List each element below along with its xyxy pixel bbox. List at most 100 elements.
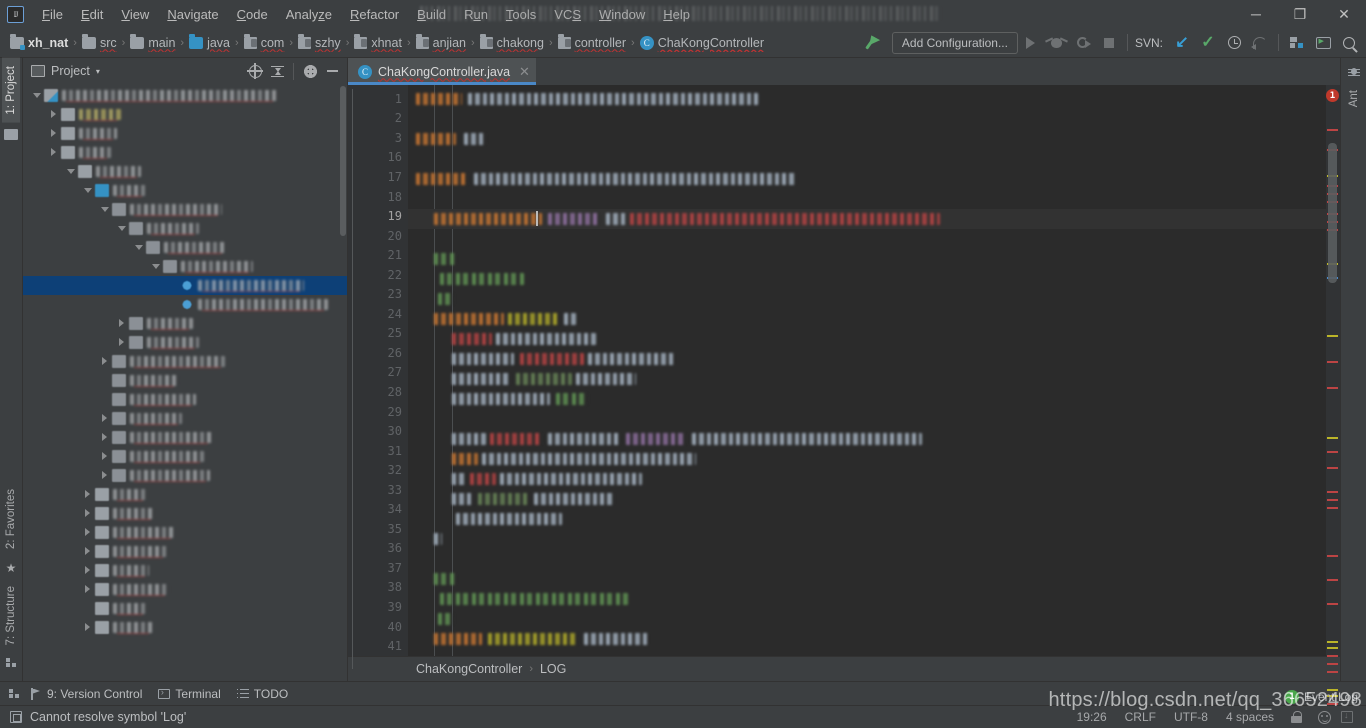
- gutter-line[interactable]: 40: [348, 617, 418, 637]
- tree-node[interactable]: [23, 523, 347, 542]
- code-line[interactable]: [408, 569, 1326, 589]
- project-tree[interactable]: [23, 84, 347, 681]
- close-icon[interactable]: ✕: [519, 65, 530, 78]
- minimize-button[interactable]: ─: [1234, 0, 1278, 28]
- tree-expander-icon[interactable]: [99, 356, 110, 367]
- tree-expander-icon[interactable]: [65, 166, 76, 177]
- menu-analyze[interactable]: Analyze: [277, 4, 341, 25]
- tree-node[interactable]: [23, 390, 347, 409]
- gutter-line[interactable]: 29: [348, 402, 408, 422]
- maximize-button[interactable]: ❐: [1278, 0, 1322, 28]
- code-line[interactable]: [408, 169, 1326, 189]
- sidebar-item-ant[interactable]: Ant: [1345, 82, 1363, 115]
- tree-node[interactable]: [23, 295, 347, 314]
- editor-vertical-scrollbar[interactable]: [1328, 143, 1337, 283]
- error-stripe-mark[interactable]: [1327, 499, 1338, 501]
- toolwindow-todo[interactable]: TODO: [231, 685, 298, 703]
- gutter-line[interactable]: 34: [348, 499, 408, 519]
- project-panel-title[interactable]: Project: [51, 64, 90, 78]
- editor-gutter[interactable]: 1 2 3 16 17 18 19 20 21 22 23 24 25 26 27 28 29 30 31 32 33 3…: [348, 85, 418, 669]
- menu-run[interactable]: Run: [455, 4, 497, 25]
- search-everywhere-button[interactable]: [1336, 31, 1362, 55]
- tree-expander-icon[interactable]: [31, 90, 42, 101]
- tree-expander-icon[interactable]: [82, 185, 93, 196]
- gutter-line[interactable]: 1: [348, 89, 408, 109]
- tree-expander-icon[interactable]: [82, 508, 93, 519]
- tree-expander-icon[interactable]: [82, 584, 93, 595]
- tree-node[interactable]: [23, 238, 347, 257]
- tree-expander-icon[interactable]: [82, 565, 93, 576]
- gutter-line[interactable]: 24: [348, 304, 418, 324]
- code-line[interactable]: [408, 269, 1326, 289]
- menu-window[interactable]: Window: [590, 4, 654, 25]
- gutter-line[interactable]: 25: [348, 324, 408, 344]
- error-stripe-mark[interactable]: [1327, 647, 1338, 649]
- gutter-line[interactable]: 37: [348, 558, 418, 578]
- tree-node[interactable]: [23, 599, 347, 618]
- gutter-line[interactable]: 23: [348, 284, 418, 304]
- run-with-coverage-button[interactable]: [1070, 31, 1096, 55]
- error-stripe-mark[interactable]: [1327, 129, 1338, 131]
- tree-node[interactable]: [23, 333, 347, 352]
- menu-navigate[interactable]: Navigate: [158, 4, 227, 25]
- project-settings-button[interactable]: [299, 60, 321, 82]
- code-line[interactable]: [408, 469, 1326, 489]
- gutter-line[interactable]: 33: [348, 480, 408, 500]
- svn-history-button[interactable]: [1221, 31, 1247, 55]
- error-stripe-mark[interactable]: [1327, 663, 1338, 665]
- close-button[interactable]: ✕: [1322, 0, 1366, 28]
- select-opened-file-button[interactable]: [244, 60, 266, 82]
- toolwindow-terminal[interactable]: Terminal: [152, 685, 230, 703]
- error-stripe-mark[interactable]: [1327, 387, 1338, 389]
- code-line[interactable]: [408, 589, 1326, 609]
- breadcrumb-class[interactable]: ChaKongController: [416, 662, 522, 676]
- error-stripe-mark[interactable]: [1327, 437, 1338, 439]
- breadcrumb-item-controller[interactable]: controller: [556, 33, 628, 52]
- tree-node[interactable]: [23, 86, 347, 105]
- tree-expander-icon[interactable]: [48, 109, 59, 120]
- tree-node[interactable]: [23, 143, 347, 162]
- menu-vcs[interactable]: VCS: [545, 4, 590, 25]
- code-line[interactable]: [408, 409, 1326, 429]
- gutter-line[interactable]: 2: [348, 109, 408, 129]
- sidebar-item-favorites[interactable]: 2: Favorites: [2, 481, 20, 557]
- gutter-line[interactable]: 16: [348, 148, 408, 168]
- error-stripe-gutter[interactable]: 1: [1326, 85, 1340, 728]
- debug-button[interactable]: [1044, 31, 1070, 55]
- code-line[interactable]: [408, 649, 1326, 656]
- code-line[interactable]: [408, 89, 1326, 109]
- gutter-line[interactable]: 26: [348, 343, 408, 363]
- gutter-line[interactable]: 17: [348, 167, 408, 187]
- svn-revert-button[interactable]: [1247, 31, 1273, 55]
- error-stripe-mark[interactable]: [1327, 361, 1338, 363]
- tree-expander-icon[interactable]: [99, 413, 110, 424]
- error-count-badge[interactable]: 1: [1326, 89, 1339, 102]
- error-stripe-mark[interactable]: [1327, 641, 1338, 643]
- error-stripe-mark[interactable]: [1327, 491, 1338, 493]
- tree-node[interactable]: [23, 371, 347, 390]
- tree-node[interactable]: [23, 447, 347, 466]
- add-configuration-button[interactable]: Add Configuration...: [891, 31, 1018, 54]
- gutter-line[interactable]: 27: [348, 363, 408, 383]
- tree-node[interactable]: [23, 428, 347, 447]
- code-line[interactable]: [408, 629, 1326, 649]
- error-stripe-mark[interactable]: [1327, 507, 1338, 509]
- menu-file[interactable]: File: [33, 4, 72, 25]
- show-tool-windows-icon[interactable]: [4, 684, 24, 704]
- gutter-line[interactable]: 38: [348, 578, 408, 598]
- gutter-line[interactable]: 19: [348, 206, 408, 226]
- tree-node[interactable]: [23, 352, 347, 371]
- menu-view[interactable]: View: [112, 4, 158, 25]
- project-structure-button[interactable]: [1284, 31, 1310, 55]
- tree-expander-icon[interactable]: [116, 223, 127, 234]
- caret-position[interactable]: 19:26: [1068, 710, 1116, 724]
- stop-button[interactable]: [1096, 31, 1122, 55]
- error-stripe-mark[interactable]: [1327, 671, 1338, 673]
- run-button[interactable]: [1018, 31, 1044, 55]
- tree-node[interactable]: [23, 200, 347, 219]
- code-line[interactable]: [408, 449, 1326, 469]
- gutter-line[interactable]: 32: [348, 460, 408, 480]
- tree-expander-icon[interactable]: [99, 432, 110, 443]
- svn-commit-button[interactable]: ✓: [1195, 31, 1221, 55]
- tree-node[interactable]: [23, 561, 347, 580]
